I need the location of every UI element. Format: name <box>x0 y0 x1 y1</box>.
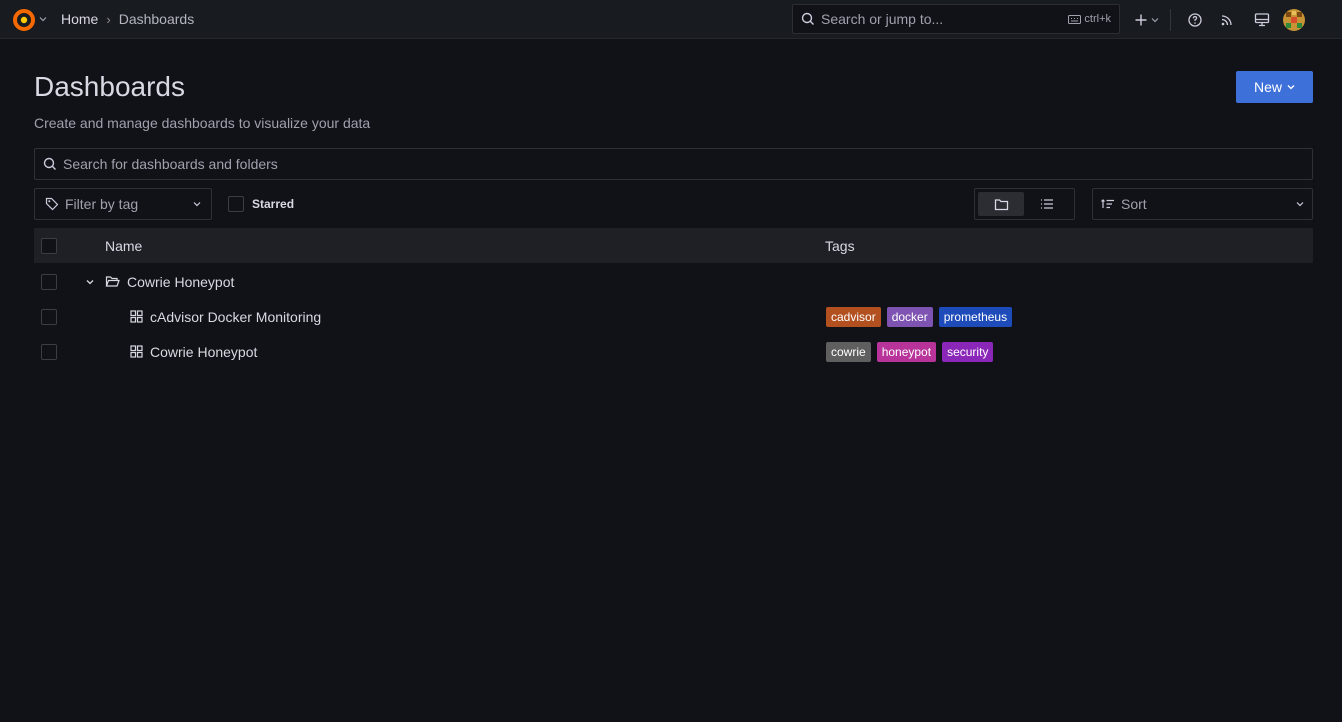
tag-filter-placeholder: Filter by tag <box>65 196 139 212</box>
starred-checkbox[interactable] <box>228 196 244 212</box>
top-navbar: Home › Dashboards Search or jump to... c… <box>0 0 1342 39</box>
kiosk-mode-button[interactable] <box>1245 5 1279 35</box>
list-view-button[interactable] <box>1024 192 1070 216</box>
breadcrumb: Home › Dashboards <box>61 11 194 27</box>
table-row: cAdvisor Docker Monitoring cadvisor dock… <box>34 299 1313 334</box>
tag-list: cadvisor docker prometheus <box>826 306 1013 327</box>
grafana-logo-icon <box>13 9 35 31</box>
chevron-down-icon[interactable] <box>86 278 94 286</box>
column-header-tags: Tags <box>825 237 855 254</box>
global-search-input[interactable]: Search or jump to... ctrl+k <box>792 4 1120 34</box>
shortcut-text: ctrl+k <box>1084 13 1111 25</box>
dashboard-name: cAdvisor Docker Monitoring <box>150 308 322 325</box>
list-icon <box>1041 199 1053 209</box>
tag-badge[interactable]: cowrie <box>826 341 871 362</box>
dashboard-search-input[interactable]: Search for dashboards and folders <box>34 148 1313 180</box>
keyboard-icon <box>1068 14 1082 24</box>
avatar <box>1283 8 1305 31</box>
folder-row: Cowrie Honeypot <box>34 264 1313 299</box>
dashboard-link[interactable]: cAdvisor Docker Monitoring <box>130 309 321 325</box>
tag-list: cowrie honeypot security <box>826 341 994 362</box>
row-checkbox[interactable] <box>41 273 57 290</box>
dashboard-search-placeholder: Search for dashboards and folders <box>63 156 278 172</box>
monitor-icon <box>1254 12 1270 26</box>
folder-link[interactable]: Cowrie Honeypot <box>105 274 234 290</box>
sort-icon <box>1101 199 1114 209</box>
keyboard-shortcut-hint: ctrl+k <box>1068 13 1111 25</box>
row-checkbox[interactable] <box>41 308 57 325</box>
table-header: Name Tags <box>34 228 1313 263</box>
search-icon <box>801 12 814 25</box>
home-menu-toggle[interactable] <box>12 7 47 31</box>
tag-badge[interactable]: honeypot <box>876 341 937 362</box>
dashboard-grid-icon <box>130 345 143 358</box>
global-search-placeholder: Search or jump to... <box>821 11 944 27</box>
column-header-name: Name <box>105 237 143 254</box>
breadcrumb-separator: › <box>106 11 111 27</box>
view-mode-toggle <box>974 188 1075 220</box>
sort-placeholder: Sort <box>1121 196 1147 212</box>
dashboard-name: Cowrie Honeypot <box>150 343 258 360</box>
add-new-button[interactable] <box>1130 5 1164 35</box>
tag-badge[interactable]: docker <box>886 306 933 327</box>
help-icon <box>1188 12 1202 27</box>
page-subtitle: Create and manage dashboards to visualiz… <box>34 115 371 131</box>
toolbar-divider <box>1170 8 1171 31</box>
new-button-label: New <box>1253 79 1282 95</box>
page-title: Dashboards <box>34 71 185 102</box>
folder-name: Cowrie Honeypot <box>127 273 235 290</box>
rss-icon <box>1221 14 1232 25</box>
chevron-down-icon <box>193 202 201 207</box>
search-icon <box>43 157 56 170</box>
table-row: Cowrie Honeypot cowrie honeypot security <box>34 334 1313 369</box>
tag-badge[interactable]: security <box>942 341 994 362</box>
tag-badge[interactable]: prometheus <box>938 306 1013 327</box>
user-profile-button[interactable] <box>1279 5 1309 35</box>
tag-filter-select[interactable]: Filter by tag <box>34 188 212 220</box>
dashboard-link[interactable]: Cowrie Honeypot <box>130 344 257 360</box>
chevron-down-icon <box>39 17 47 22</box>
new-dashboard-button[interactable]: New <box>1236 71 1313 103</box>
chevron-down-icon <box>1296 202 1304 207</box>
avatar-identicon-icon <box>1283 8 1305 31</box>
news-button[interactable] <box>1209 5 1245 35</box>
folder-open-icon <box>105 276 120 287</box>
tag-icon <box>45 197 59 211</box>
folder-icon <box>994 198 1008 210</box>
dashboard-grid-icon <box>130 310 143 323</box>
row-checkbox[interactable] <box>41 343 57 360</box>
select-all-checkbox[interactable] <box>41 237 57 254</box>
plus-icon <box>1135 14 1147 25</box>
starred-label: Starred <box>252 197 295 211</box>
chevron-down-icon <box>1151 17 1159 22</box>
chevron-down-icon <box>1287 85 1295 90</box>
folder-view-button[interactable] <box>978 192 1024 216</box>
help-button[interactable] <box>1181 5 1209 35</box>
tag-badge[interactable]: cadvisor <box>826 306 881 327</box>
sort-select[interactable]: Sort <box>1092 188 1313 220</box>
starred-filter[interactable]: Starred <box>228 196 294 212</box>
breadcrumb-current: Dashboards <box>118 11 195 27</box>
top-actions <box>1130 0 1309 39</box>
breadcrumb-home-link[interactable]: Home <box>61 11 98 27</box>
